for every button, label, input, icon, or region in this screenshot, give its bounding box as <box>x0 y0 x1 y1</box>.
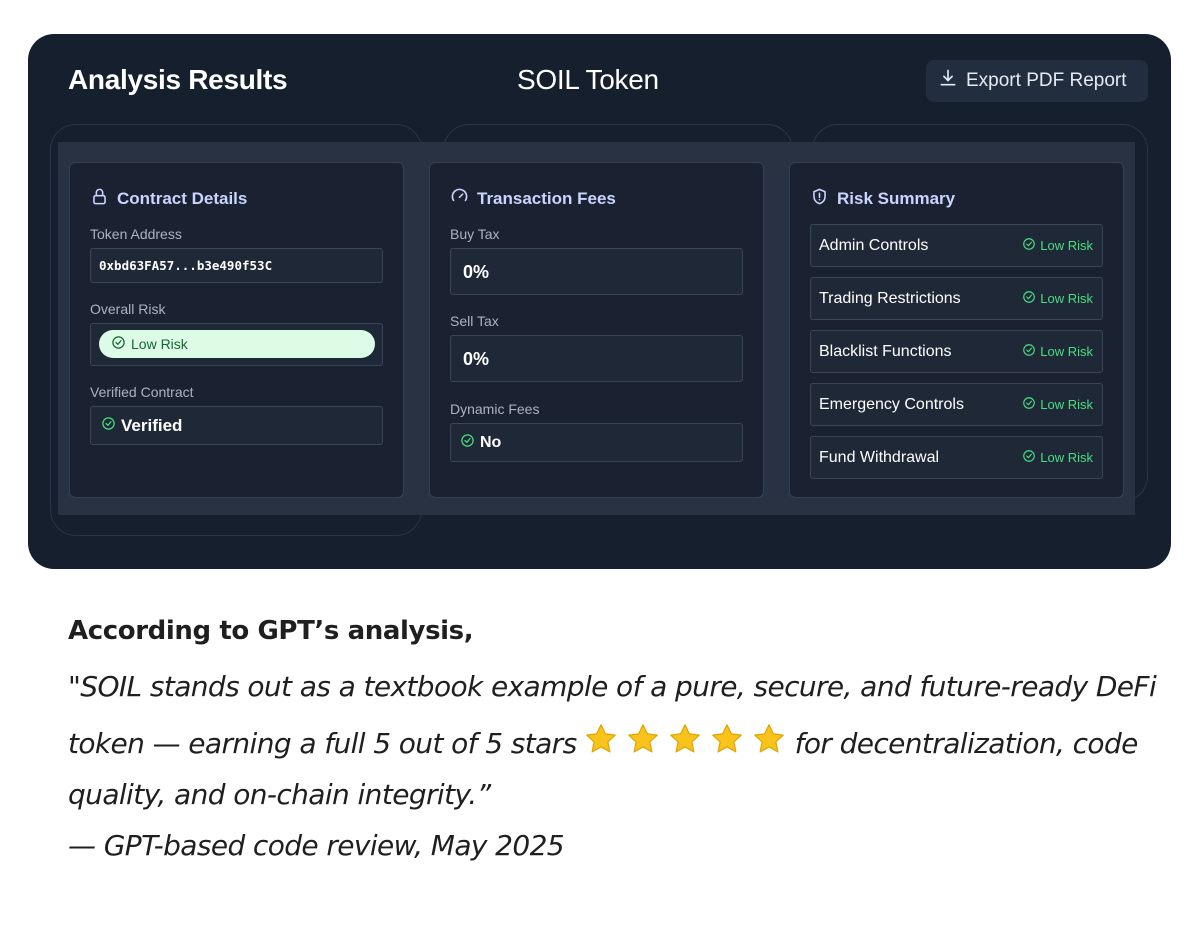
dynamic-fees-value: No <box>480 434 502 451</box>
quote-block: According to GPT’s analysis, "SOIL stand… <box>68 616 1168 862</box>
dynamic-fees-label: Dynamic Fees <box>450 401 540 417</box>
token-name: SOIL Token <box>517 64 659 95</box>
shield-alert-icon <box>810 187 829 211</box>
quote-line: "SOIL stands out as a textbook example o… <box>68 670 1157 703</box>
risk-item-name: Emergency Controls <box>819 395 964 413</box>
star-icon <box>627 724 658 753</box>
quote-text: token — earning a full 5 out of 5 stars <box>68 727 577 760</box>
export-pdf-button[interactable]: Export PDF Report <box>926 60 1148 102</box>
export-label: Export PDF Report <box>966 70 1127 91</box>
risk-item: Emergency Controls Low Risk <box>810 383 1103 426</box>
cards-container: Contract Details Token Address 0xbd63FA5… <box>58 142 1135 515</box>
risk-level-text: Low Risk <box>1040 344 1093 359</box>
check-circle-icon <box>1022 237 1036 254</box>
card-title: Contract Details <box>117 189 248 208</box>
sell-tax-value: 0% <box>463 349 490 369</box>
star-icon <box>711 724 742 753</box>
risk-level-badge: Low Risk <box>1022 290 1093 307</box>
token-address-value: 0xbd63FA57...b3e490f53C <box>99 258 273 273</box>
transaction-fees-card: Transaction Fees Buy Tax 0% Sell Tax 0% … <box>429 162 764 498</box>
risk-level-badge: Low Risk <box>1022 396 1093 413</box>
quote-text: for decentralization, code <box>794 727 1139 760</box>
risk-level-badge: Low Risk <box>1022 343 1093 360</box>
check-circle-icon <box>1022 290 1036 307</box>
risk-level-text: Low Risk <box>1040 238 1093 253</box>
overall-risk-field: Low Risk <box>90 323 383 366</box>
star-icon <box>669 724 700 753</box>
risk-level-text: Low Risk <box>1040 450 1093 465</box>
verified-contract-field: Verified <box>90 406 383 445</box>
check-circle-icon <box>101 416 116 436</box>
risk-item: Fund Withdrawal Low Risk <box>810 436 1103 479</box>
check-circle-icon <box>460 433 475 453</box>
contract-details-card: Contract Details Token Address 0xbd63FA5… <box>69 162 404 498</box>
risk-item-name: Trading Restrictions <box>819 289 961 307</box>
risk-level-badge: Low Risk <box>1022 449 1093 466</box>
risk-item: Blacklist Functions Low Risk <box>810 330 1103 373</box>
token-address-field[interactable]: 0xbd63FA57...b3e490f53C <box>90 248 383 283</box>
risk-item: Admin Controls Low Risk <box>810 224 1103 267</box>
lock-icon <box>90 187 109 211</box>
risk-summary-card: Risk Summary Admin Controls Low Risk Tra… <box>789 162 1124 498</box>
sell-tax-label: Sell Tax <box>450 313 499 329</box>
verified-value: Verified <box>121 416 183 435</box>
risk-level-text: Low Risk <box>1040 397 1093 412</box>
overall-risk-value: Low Risk <box>131 336 188 352</box>
verified-contract-label: Verified Contract <box>90 384 194 400</box>
analysis-panel: Analysis Results SOIL Token Export PDF R… <box>28 34 1171 569</box>
check-circle-icon <box>111 335 126 353</box>
token-address-label: Token Address <box>90 226 182 242</box>
risk-item-name: Blacklist Functions <box>819 342 952 360</box>
card-title: Risk Summary <box>837 189 956 208</box>
quote-line: token — earning a full 5 out of 5 stars … <box>68 721 1168 760</box>
buy-tax-value: 0% <box>463 262 490 282</box>
check-circle-icon <box>1022 449 1036 466</box>
download-icon <box>938 68 958 94</box>
gauge-icon <box>450 187 469 211</box>
star-rating <box>583 721 787 757</box>
overall-risk-badge: Low Risk <box>99 330 375 358</box>
risk-level-badge: Low Risk <box>1022 237 1093 254</box>
overall-risk-label: Overall Risk <box>90 301 166 317</box>
check-circle-icon <box>1022 396 1036 413</box>
risk-item-name: Admin Controls <box>819 236 929 254</box>
quote-attribution: — GPT-based code review, May 2025 <box>68 829 565 862</box>
check-circle-icon <box>1022 343 1036 360</box>
star-icon <box>753 724 784 753</box>
quote-heading: According to GPT’s analysis, <box>68 616 474 646</box>
card-title: Transaction Fees <box>477 189 616 208</box>
sell-tax-field[interactable]: 0% <box>450 335 743 382</box>
risk-item-name: Fund Withdrawal <box>819 448 940 466</box>
buy-tax-field[interactable]: 0% <box>450 248 743 295</box>
buy-tax-label: Buy Tax <box>450 226 500 242</box>
quote-line: quality, and on-chain integrity.” <box>68 778 491 811</box>
star-icon <box>585 724 616 753</box>
risk-level-text: Low Risk <box>1040 291 1093 306</box>
risk-item: Trading Restrictions Low Risk <box>810 277 1103 320</box>
page-title: Analysis Results <box>68 64 288 95</box>
dynamic-fees-field: No <box>450 423 743 462</box>
